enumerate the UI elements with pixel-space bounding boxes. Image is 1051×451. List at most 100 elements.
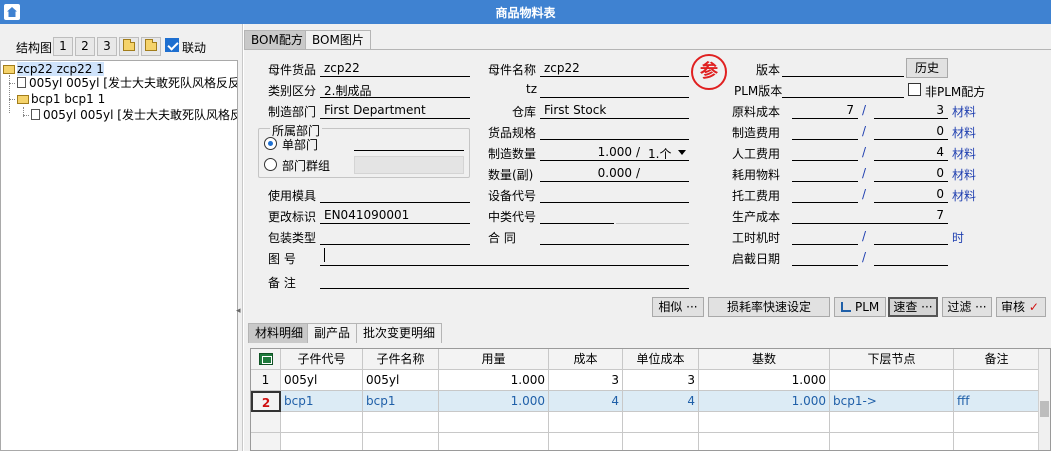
row-number-current[interactable]: 2 xyxy=(251,391,281,412)
level-3-button[interactable]: 3 xyxy=(97,37,117,56)
material-cost-right-value: 3 xyxy=(936,103,944,117)
window-title: 商品物料表 xyxy=(495,6,556,20)
excel-icon xyxy=(258,353,273,365)
remark-field[interactable] xyxy=(320,288,689,289)
chevron-down-icon[interactable] xyxy=(678,150,686,155)
row-number[interactable]: 1 xyxy=(251,370,281,391)
mfg-dept-field[interactable]: First Department xyxy=(324,103,426,117)
expand-folder-button[interactable] xyxy=(141,37,161,56)
row-number[interactable] xyxy=(251,433,281,450)
cell-child-code[interactable]: 005yl xyxy=(281,370,363,391)
warehouse-label: 仓库 xyxy=(512,105,537,119)
parent-name-field[interactable]: zcp22 xyxy=(544,61,580,75)
mfg-dept-label: 制造部门 xyxy=(268,105,317,119)
parent-item-field[interactable]: zcp22 xyxy=(324,61,360,75)
col-unit-cost[interactable]: 单位成本 xyxy=(623,349,699,370)
cell-lower-node[interactable]: bcp1-> xyxy=(830,391,954,412)
tab-bom-formula[interactable]: BOM配方 xyxy=(244,30,310,50)
tree-node-item[interactable]: 005yl 005yl [发士大夫敢死队风格反反复 xyxy=(17,75,237,91)
cell-child-name[interactable]: 005yl xyxy=(363,370,439,391)
tab-material-detail[interactable]: 材料明细 xyxy=(248,323,311,343)
warehouse-field[interactable]: First Stock xyxy=(544,103,606,117)
col-child-name[interactable]: 子件名称 xyxy=(363,349,439,370)
level-2-button[interactable]: 2 xyxy=(75,37,95,56)
tab-bom-image[interactable]: BOM图片 xyxy=(305,30,371,50)
cell-child-code[interactable]: bcp1 xyxy=(281,391,363,412)
tab-batch-change[interactable]: 批次变更明细 xyxy=(356,323,443,343)
non-plm-checkbox[interactable] xyxy=(908,83,921,96)
drawing-field[interactable] xyxy=(320,265,689,266)
tree-node-subassembly[interactable]: bcp1 bcp1 1 xyxy=(17,91,105,107)
change-id-label: 更改标识 xyxy=(268,210,317,224)
change-id-field[interactable]: EN041090001 xyxy=(324,208,409,222)
grid-vertical-scrollbar[interactable] xyxy=(1038,349,1050,450)
cell-qty[interactable]: 1.000 xyxy=(439,391,549,412)
cell-lower-node[interactable] xyxy=(830,370,954,391)
scrollbar-thumb[interactable] xyxy=(1040,401,1049,417)
col-qty[interactable]: 用量 xyxy=(439,349,549,370)
bom-tree[interactable]: zcp22 zcp22 1 005yl 005yl [发士大夫敢死队风格反反复 … xyxy=(0,60,238,451)
folder-open-icon xyxy=(3,65,15,74)
cell-remark[interactable] xyxy=(954,370,1040,391)
checkmark-icon: ✓ xyxy=(1028,300,1039,314)
single-dept-radio[interactable] xyxy=(264,137,277,150)
single-dept-label: 单部门 xyxy=(282,138,319,152)
material-grid: 子件代号 子件名称 用量 成本 单位成本 基数 下层节点 备注 1 005yl … xyxy=(250,348,1051,451)
col-cost[interactable]: 成本 xyxy=(549,349,623,370)
category-label: 类别区分 xyxy=(268,84,317,98)
tab-by-product[interactable]: 副产品 xyxy=(307,323,358,343)
col-base[interactable]: 基数 xyxy=(699,349,830,370)
tree-node-item[interactable]: 005yl 005yl [发士大夫敢死队风格反反 xyxy=(31,107,237,123)
production-cost-value: 7 xyxy=(936,208,944,222)
cell-base[interactable]: 1.000 xyxy=(699,370,830,391)
link-label: 联动 xyxy=(182,41,207,55)
structure-toolbar: 结构图 1 2 3 联动 xyxy=(0,36,243,56)
hours-unit: 时 xyxy=(952,231,965,245)
quick-search-button[interactable]: 速查 ··· xyxy=(888,297,938,317)
loss-rate-button[interactable]: 损耗率快速设定 xyxy=(708,297,830,317)
cell-unit-cost[interactable]: 3 xyxy=(623,370,699,391)
consumable-right-value: 0 xyxy=(936,166,944,180)
material-link[interactable]: 材料 xyxy=(952,187,976,204)
cell-base[interactable]: 1.000 xyxy=(699,391,830,412)
level-1-button[interactable]: 1 xyxy=(53,37,73,56)
material-link[interactable]: 材料 xyxy=(952,124,976,141)
document-icon xyxy=(17,77,26,88)
folder-open-icon xyxy=(145,39,157,51)
material-link[interactable]: 材料 xyxy=(952,166,976,183)
material-link[interactable]: 材料 xyxy=(952,103,976,120)
cell-remark[interactable]: fff xyxy=(954,391,1040,412)
col-remark[interactable]: 备注 xyxy=(954,349,1040,370)
similar-button[interactable]: 相似 ··· xyxy=(652,297,704,317)
cell-unit-cost[interactable]: 4 xyxy=(623,391,699,412)
dept-group-label: 部门群组 xyxy=(282,159,331,173)
mfg-qty-field[interactable]: 1.000 xyxy=(540,145,632,159)
splitter-collapse-icon[interactable]: ◂ xyxy=(236,306,241,316)
consumable-label: 耗用物料 xyxy=(732,168,781,182)
cell-child-name[interactable]: bcp1 xyxy=(363,391,439,412)
col-child-code[interactable]: 子件代号 xyxy=(281,349,363,370)
folder-open-icon xyxy=(17,95,29,104)
labor-label: 人工费用 xyxy=(732,147,781,161)
cell-qty[interactable]: 1.000 xyxy=(439,370,549,391)
filter-button[interactable]: 过滤 ··· xyxy=(942,297,992,317)
cell-cost[interactable]: 3 xyxy=(549,370,623,391)
collapse-folder-button[interactable] xyxy=(119,37,139,56)
material-cost-left-value: 7 xyxy=(846,103,854,117)
dept-group-radio[interactable] xyxy=(264,158,277,171)
qty-sub-field[interactable]: 0.000 xyxy=(540,166,632,180)
structure-panel: 结构图 1 2 3 联动 zcp22 zcp22 1 005yl 005yl [… xyxy=(0,24,243,451)
col-lower-node[interactable]: 下层节点 xyxy=(830,349,954,370)
parent-item-label: 母件货品 xyxy=(268,63,317,77)
qty-sub-label: 数量(副) xyxy=(488,168,534,182)
row-number[interactable] xyxy=(251,412,281,433)
export-excel-button[interactable] xyxy=(251,349,281,370)
material-link[interactable]: 材料 xyxy=(952,145,976,162)
link-checkbox[interactable] xyxy=(165,38,179,52)
approval-seal-icon: 参 xyxy=(691,54,727,90)
remark-label: 备 注 xyxy=(268,276,296,290)
history-button[interactable]: 历史 xyxy=(906,58,948,78)
plm-button[interactable]: PLM xyxy=(834,297,886,317)
review-button[interactable]: 审核 ✓ xyxy=(996,297,1046,317)
cell-cost[interactable]: 4 xyxy=(549,391,623,412)
